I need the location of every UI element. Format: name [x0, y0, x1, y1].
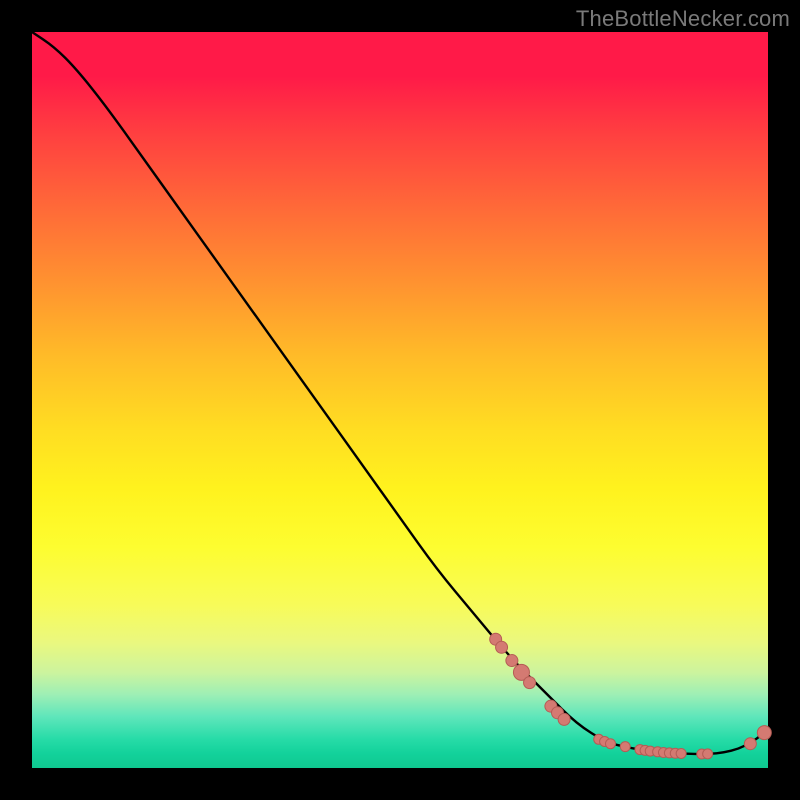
data-marker [524, 677, 536, 689]
data-marker [506, 655, 518, 667]
curve-layer [0, 0, 800, 800]
data-marker [558, 713, 570, 725]
data-marker [620, 742, 630, 752]
data-marker [676, 749, 686, 759]
bottleneck-curve [32, 32, 768, 754]
data-marker [606, 739, 616, 749]
data-marker [496, 641, 508, 653]
data-marker [703, 749, 713, 759]
data-marker [744, 738, 756, 750]
chart-container: TheBottleNecker.com [0, 0, 800, 800]
data-marker [757, 726, 771, 740]
